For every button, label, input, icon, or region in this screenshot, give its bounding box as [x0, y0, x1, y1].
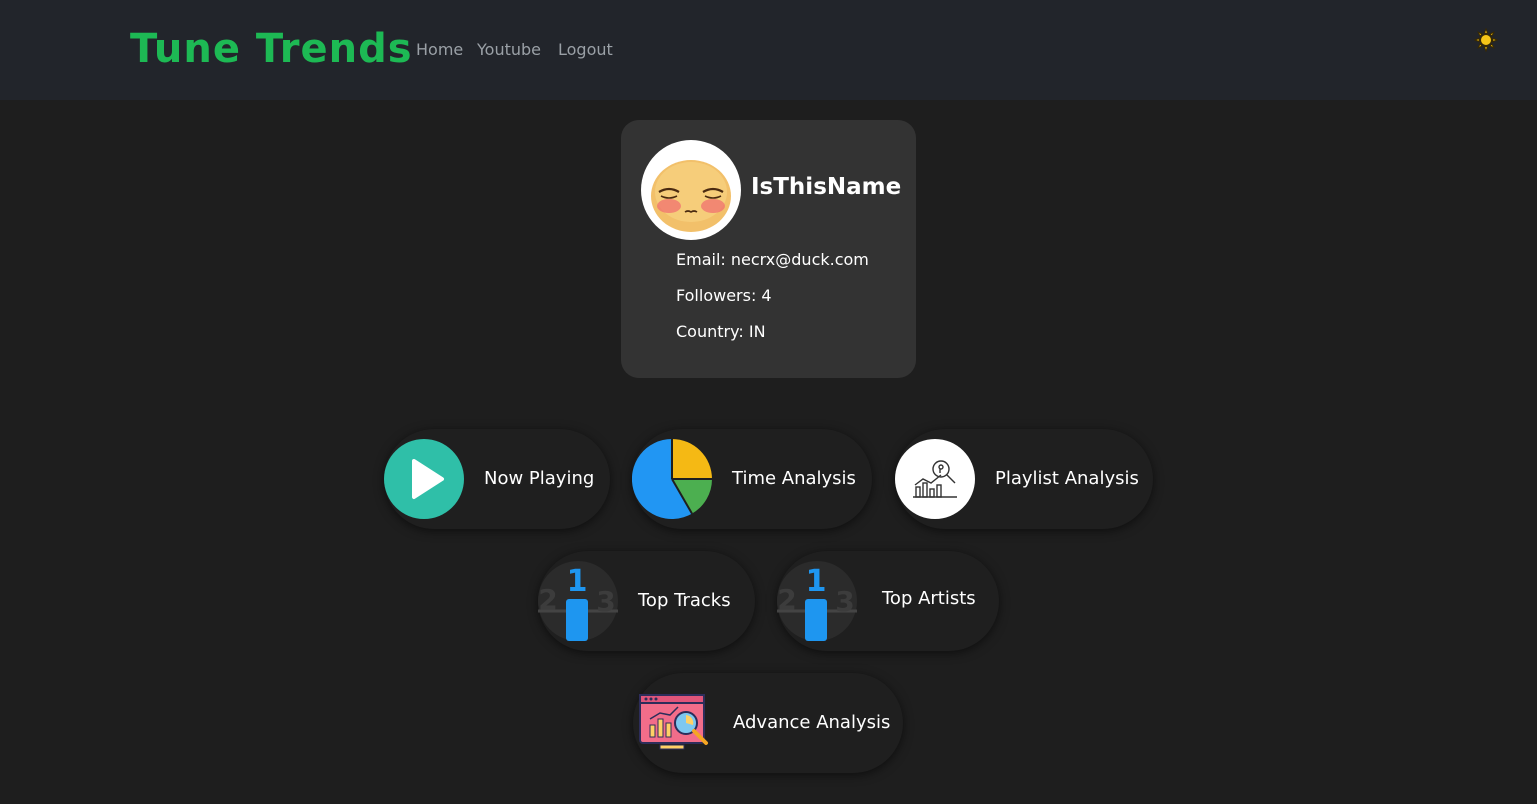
profile-card: IsThisName Email: necrx@duck.com Followe… [621, 120, 916, 378]
time-analysis-button[interactable]: Time Analysis [632, 429, 872, 529]
monitor-analysis-icon [638, 683, 718, 763]
blushing-face-avatar [645, 144, 737, 236]
top-tracks-button[interactable]: 1 2 3 Top Tracks [538, 551, 755, 651]
now-playing-label: Now Playing [484, 468, 595, 489]
playlist-analysis-button[interactable]: Playlist Analysis [895, 429, 1153, 529]
top-tracks-label: Top Tracks [638, 590, 731, 611]
advance-analysis-label: Advance Analysis [733, 712, 891, 733]
podium-icon: 1 2 3 [777, 561, 857, 641]
nav-link-home[interactable]: Home [416, 40, 463, 60]
top-artists-label: Top Artists [882, 588, 976, 609]
sun-icon[interactable] [1473, 27, 1499, 53]
nav-link-logout[interactable]: Logout [558, 40, 613, 60]
time-analysis-label: Time Analysis [732, 468, 856, 489]
svg-text:3: 3 [596, 585, 615, 618]
top-artists-button[interactable]: 1 2 3 Top Artists [777, 551, 999, 651]
svg-text:2: 2 [538, 583, 557, 616]
podium-icon: 1 2 3 [538, 561, 618, 641]
avatar [641, 140, 741, 240]
svg-text:1: 1 [806, 564, 827, 599]
svg-text:1: 1 [567, 564, 588, 599]
brand-logo[interactable]: Tune Trends [130, 24, 413, 74]
profile-email: Email: necrx@duck.com [676, 250, 869, 269]
play-icon [384, 439, 464, 519]
playlist-analysis-label: Playlist Analysis [995, 468, 1139, 489]
chart-search-icon [895, 439, 975, 519]
profile-country: Country: IN [676, 322, 766, 341]
navbar: Tune Trends Home Youtube Logout [0, 0, 1537, 100]
svg-text:2: 2 [777, 583, 796, 616]
nav-link-youtube[interactable]: Youtube [477, 40, 541, 60]
profile-followers: Followers: 4 [676, 286, 772, 305]
profile-username: IsThisName [751, 174, 902, 200]
pie-chart-icon [632, 439, 712, 519]
now-playing-button[interactable]: Now Playing [384, 429, 610, 529]
advance-analysis-button[interactable]: Advance Analysis [633, 673, 903, 773]
svg-text:3: 3 [835, 585, 854, 618]
